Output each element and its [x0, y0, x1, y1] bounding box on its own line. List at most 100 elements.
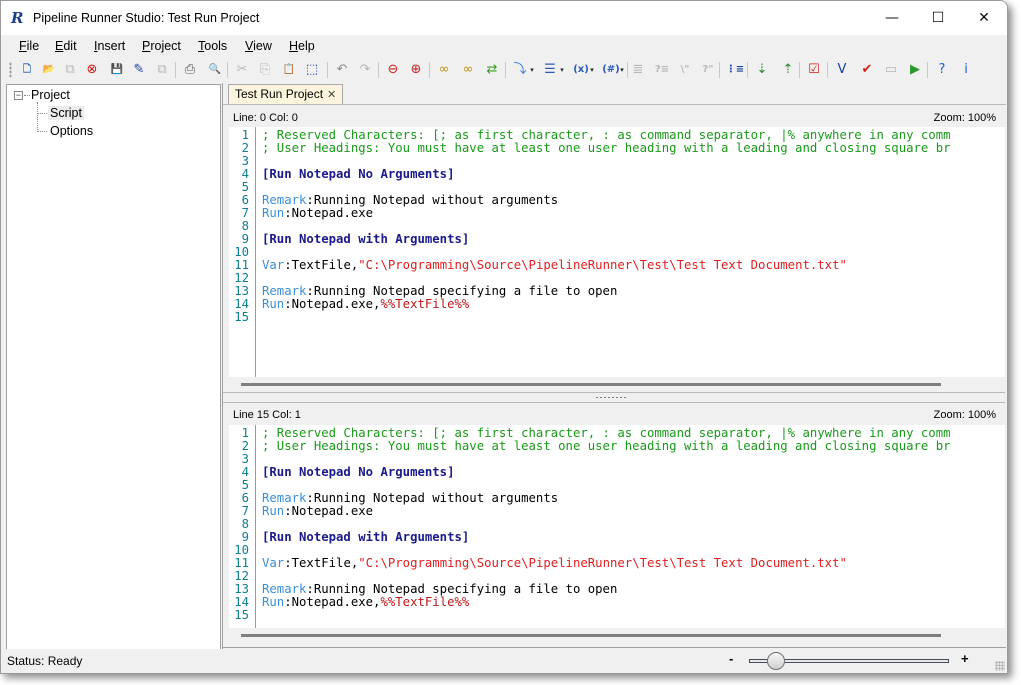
validate-icon[interactable]: ☑: [805, 61, 823, 79]
insert-command-icon[interactable]: ⤵: [511, 61, 529, 79]
zoom-in-icon[interactable]: ⊕: [407, 61, 425, 79]
about-icon[interactable]: i: [957, 61, 975, 79]
minimize-button[interactable]: —: [869, 1, 915, 35]
help-icon[interactable]: ?: [933, 61, 951, 79]
export-icon[interactable]: ⇡: [779, 61, 797, 79]
menu-help[interactable]: Help: [289, 39, 315, 53]
tab-close-icon[interactable]: ✕: [327, 88, 336, 101]
comment-icon[interactable]: ?≡: [652, 61, 672, 79]
code-line[interactable]: [Run Notepad with Arguments]: [262, 531, 469, 544]
quote-icon[interactable]: \": [675, 61, 695, 79]
code-line[interactable]: Run:Notepad.exe: [262, 505, 373, 518]
menu-insert[interactable]: Insert: [94, 39, 125, 53]
import-icon[interactable]: ⇣: [753, 61, 771, 79]
menu-tools[interactable]: Tools: [198, 39, 227, 53]
code-token-text: :Running Notepad specifying a file to op…: [306, 582, 618, 596]
app-logo-icon: R: [11, 9, 24, 27]
code-line[interactable]: [Run Notepad No Arguments]: [262, 168, 455, 181]
uncomment-icon[interactable]: ?": [698, 61, 718, 79]
print-icon[interactable]: ⎙: [181, 61, 199, 79]
save-all-icon[interactable]: ⧉: [153, 61, 171, 79]
code-token-text: :Notepad.exe: [284, 504, 374, 518]
code-line[interactable]: Var:TextFile,"C:\Programming\Source\Pipe…: [262, 259, 847, 272]
toolbar-separator: [827, 62, 828, 78]
code-token-text: :TextFile,: [284, 258, 359, 272]
toolbar-separator: [747, 62, 748, 78]
code-token-comment: ; Reserved Characters: [; as first chara…: [262, 128, 951, 142]
debug-icon[interactable]: ✔: [858, 61, 876, 79]
copy-icon[interactable]: ⎘: [256, 61, 274, 79]
dropdown-arrow-icon[interactable]: ▾: [529, 61, 535, 79]
undo-icon[interactable]: ↶: [333, 61, 351, 79]
numbered-list-icon[interactable]: ⋮≡: [725, 61, 745, 79]
code-line[interactable]: [Run Notepad with Arguments]: [262, 233, 469, 246]
code-token-text: :Running Notepad without arguments: [306, 193, 559, 207]
save-icon[interactable]: 💾: [107, 61, 127, 79]
horizontal-scrollbar[interactable]: [241, 383, 941, 386]
code-line[interactable]: Run:Notepad.exe,%%TextFile%%: [262, 298, 469, 311]
code-line[interactable]: Run:Notepad.exe: [262, 207, 373, 220]
code-line[interactable]: ; User Headings: You must have at least …: [262, 142, 951, 155]
code-token-text: :Notepad.exe: [284, 206, 374, 220]
code-token-text: :Running Notepad without arguments: [306, 491, 559, 505]
menu-label: ools: [204, 39, 228, 53]
find-next-icon[interactable]: ∞: [459, 61, 477, 79]
code-line[interactable]: ; User Headings: You must have at least …: [262, 440, 951, 453]
zoom-in-button[interactable]: +: [961, 651, 969, 666]
toolbar-grip[interactable]: [9, 62, 12, 78]
code-token-text: :Notepad.exe,: [284, 595, 381, 609]
code-line[interactable]: [Run Notepad No Arguments]: [262, 466, 455, 479]
collapse-toggle-icon[interactable]: −: [14, 91, 23, 100]
run-icon[interactable]: ▶: [906, 61, 924, 79]
zoom-out-button[interactable]: -: [729, 651, 733, 666]
save-as-icon[interactable]: ✎: [130, 61, 148, 79]
zoom-slider-thumb[interactable]: [766, 652, 785, 670]
code-token-key: Var: [262, 258, 285, 272]
close-file-icon[interactable]: ⧉: [61, 61, 79, 79]
tree-node-options[interactable]: Options: [50, 124, 93, 138]
open-folder-icon[interactable]: 📂: [39, 61, 59, 79]
variables-window-icon[interactable]: V: [833, 61, 851, 79]
tree-node-script[interactable]: Script: [48, 106, 84, 120]
insert-heading-icon[interactable]: ☰: [541, 61, 559, 79]
close-button[interactable]: ✕: [961, 1, 1007, 35]
menu-file[interactable]: File: [19, 39, 39, 53]
find-icon[interactable]: ∞: [435, 61, 453, 79]
script-editor-bottom[interactable]: 1 2 3 4 5 6 7 8 9 10 11 12 13 14 15 ; Reserved Charact…: [229, 425, 1005, 628]
tab-test-run-project[interactable]: Test Run Project ✕: [228, 84, 344, 104]
print-preview-icon[interactable]: 🔍: [205, 61, 225, 79]
toolbar-separator: [627, 62, 628, 78]
toolbar-separator: [378, 62, 379, 78]
code-token-key: Run: [262, 206, 285, 220]
dropdown-arrow-icon[interactable]: ▾: [589, 61, 595, 79]
tree-node-project[interactable]: Project: [31, 88, 70, 102]
code-line[interactable]: Var:TextFile,"C:\Programming\Source\Pipe…: [262, 557, 847, 570]
menu-project[interactable]: Project: [142, 39, 181, 53]
terminal-icon[interactable]: ▭: [882, 61, 900, 79]
insert-number-icon[interactable]: (#): [601, 61, 621, 79]
pane-splitter-handle[interactable]: [595, 396, 627, 399]
insert-variable-icon[interactable]: (x): [571, 61, 591, 79]
delete-file-icon[interactable]: ⊗: [83, 61, 101, 79]
code-line[interactable]: Run:Notepad.exe,%%TextFile%%: [262, 596, 469, 609]
menu-mnemonic: V: [245, 39, 254, 53]
code-token-heading: [Run Notepad No Arguments]: [262, 167, 455, 181]
script-editor-top[interactable]: 1 2 3 4 5 6 7 8 9 10 11 12 13 14 15 ; Reserved Charact…: [229, 127, 1005, 377]
dropdown-arrow-icon[interactable]: ▾: [619, 61, 625, 79]
zoom-out-icon[interactable]: ⊖: [384, 61, 402, 79]
new-file-icon[interactable]: 🗋: [17, 61, 37, 79]
main-window: R Pipeline Runner Studio: Test Run Proje…: [0, 0, 1008, 674]
dropdown-arrow-icon[interactable]: ▾: [559, 61, 565, 79]
replace-icon[interactable]: ⇄: [483, 61, 501, 79]
menu-view[interactable]: View: [245, 39, 272, 53]
menu-label: nsert: [97, 39, 126, 53]
select-all-icon[interactable]: ⬚: [303, 61, 321, 79]
maximize-button[interactable]: ☐: [915, 1, 961, 35]
resize-grip-icon[interactable]: [995, 661, 1005, 671]
indent-icon[interactable]: ≣: [629, 61, 647, 79]
menu-edit[interactable]: Edit: [55, 39, 77, 53]
horizontal-scrollbar[interactable]: [241, 634, 941, 637]
redo-icon[interactable]: ↷: [356, 61, 374, 79]
paste-icon[interactable]: 📋: [279, 61, 299, 79]
cut-icon[interactable]: ✂: [233, 61, 251, 79]
